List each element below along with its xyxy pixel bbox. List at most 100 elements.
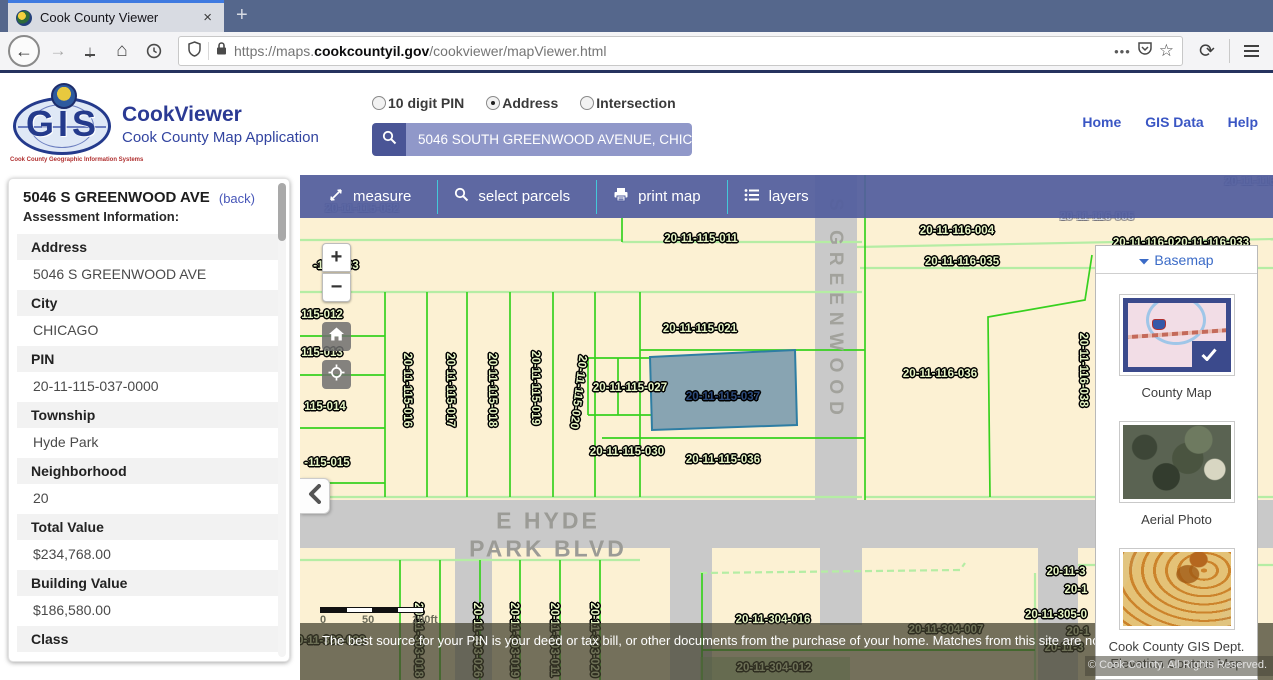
field-label: Neighborhood [17, 458, 281, 484]
hamburger-menu-button[interactable] [1238, 41, 1265, 61]
street-label: S GREENWOOD [824, 198, 846, 422]
zoom-in-button[interactable]: + [322, 243, 351, 272]
parcel-label: 20-11-115-021 [663, 323, 737, 335]
printer-icon [613, 187, 629, 206]
new-tab-button[interactable]: + [236, 4, 248, 27]
field-value: $186,580.00 [9, 596, 289, 620]
field-value: 209 [9, 652, 289, 662]
radio-label: 10 digit PIN [388, 95, 464, 111]
field-value: 20 [9, 484, 289, 508]
basemap-option-label: County Map [1107, 384, 1247, 401]
search-mode-address[interactable]: Address [486, 95, 558, 111]
county-seal-icon [51, 83, 77, 109]
layers-button[interactable]: layers [728, 175, 835, 218]
app-subtitle: Cook County Map Application [122, 129, 319, 146]
map-home-button[interactable] [322, 322, 351, 351]
app-title: CookViewer [122, 103, 242, 127]
basemap-thumbnail[interactable] [1119, 548, 1235, 630]
select-parcels-button[interactable]: select parcels [438, 175, 596, 218]
parcel-label: 20-11-3 [1046, 566, 1085, 578]
back-link[interactable]: (back) [219, 191, 255, 206]
sidebar-header: 5046 S GREENWOOD AVE (back) Assessment I… [9, 179, 289, 224]
app-header: GIS Cook County Geographic Information S… [0, 76, 1273, 170]
search-mode-intersection[interactable]: Intersection [580, 95, 675, 111]
pin-notice-text: The best source for your PIN is your dee… [322, 633, 1176, 648]
street-label: E HYDE [496, 508, 600, 535]
header-nav-links: Home GIS Data Help [1082, 114, 1258, 130]
field-value: Hyde Park [9, 428, 289, 452]
download-bar-icon [85, 54, 95, 56]
parcel-label: 115-012 [301, 309, 343, 321]
basemap-option-cook-county-gis-dept-elevation-contour-map[interactable]: Cook County GIS Dept. Elevation Contour … [1096, 548, 1257, 672]
tab-close-icon[interactable]: × [199, 9, 216, 26]
chevron-left-icon [308, 484, 321, 509]
https-lock-icon[interactable] [215, 41, 228, 61]
search-mode-10-digit-pin[interactable]: 10 digit PIN [372, 95, 464, 111]
basemap-option-county-map[interactable]: County Map [1096, 294, 1257, 401]
browser-window: Cook County Viewer × + ← → ↓ ⌂ https://m… [0, 0, 1273, 680]
page-actions-icon[interactable]: ••• [1114, 44, 1131, 59]
search-input[interactable] [406, 123, 692, 156]
reload-button[interactable]: ⟳ [1193, 37, 1221, 65]
nav-link-help[interactable]: Help [1228, 114, 1258, 130]
locate-button[interactable] [322, 360, 351, 389]
selected-check-icon [1192, 341, 1226, 367]
assessment-fields: Address5046 S GREENWOOD AVECityCHICAGOPI… [9, 234, 289, 662]
parcel-label: -115-015 [304, 457, 349, 469]
radio-icon[interactable] [486, 96, 500, 110]
radio-icon[interactable] [580, 96, 594, 110]
nav-link-gis-data[interactable]: GIS Data [1145, 114, 1203, 130]
search-icon [382, 130, 397, 150]
logo-caption: Cook County Geographic Information Syste… [10, 157, 116, 163]
url-text[interactable]: https://maps.cookcountyil.gov/cookviewer… [234, 43, 1108, 59]
home-button[interactable]: ⌂ [108, 37, 136, 65]
radio-icon[interactable] [372, 96, 386, 110]
zoom-out-button[interactable]: − [322, 273, 351, 302]
browser-toolbar: ← → ↓ ⌂ https://maps.cookcountyil.gov/co… [0, 32, 1273, 73]
selected-parcel-polygon [650, 350, 797, 430]
page-content: 20-11-115-01120-11-116-00420-11-116-035-… [0, 170, 1273, 680]
url-bar[interactable]: https://maps.cookcountyil.gov/cookviewer… [178, 36, 1183, 66]
basemap-option-aerial-photo[interactable]: Aerial Photo [1096, 421, 1257, 528]
basemap-thumbnail[interactable] [1119, 294, 1235, 376]
assessment-sidebar: 5046 S GREENWOOD AVE (back) Assessment I… [8, 178, 290, 662]
copyright-text: © Cook County. All Rights Reserved. [1085, 656, 1273, 676]
bookmark-star-icon[interactable]: ☆ [1159, 41, 1174, 61]
field-label: City [17, 290, 281, 316]
sidebar-collapse-button[interactable] [300, 478, 330, 514]
field-value: 5046 S GREENWOOD AVE [9, 260, 289, 284]
pocket-icon[interactable] [1137, 41, 1153, 61]
elevation-contour-thumb [1123, 552, 1231, 626]
sidebar-subtitle: Assessment Information: [23, 209, 275, 224]
parcel-label: 20-11-115-011 [664, 233, 738, 245]
street-label: PARK BLVD [469, 536, 627, 563]
search-mode-radios: 10 digit PIN Address Intersection [372, 95, 676, 111]
measure-button[interactable]: measure [312, 175, 437, 218]
crosshair-locate-icon [328, 364, 345, 386]
basemap-thumbnail[interactable] [1119, 421, 1235, 503]
field-label: PIN [17, 346, 281, 372]
parcel-label: 20-11-115-027 [593, 382, 667, 394]
parcel-label: 20-11-305-0 [1025, 609, 1087, 621]
toolbar-button-label: measure [353, 188, 411, 205]
browser-tab[interactable]: Cook County Viewer × [8, 0, 224, 32]
back-button[interactable]: ← [8, 35, 40, 67]
tracking-protection-shield-icon[interactable] [187, 41, 202, 62]
divider [208, 42, 209, 60]
field-label: Address [17, 234, 281, 260]
print-map-button[interactable]: print map [597, 175, 727, 218]
downloads-button[interactable]: ↓ [76, 37, 104, 65]
nav-link-home[interactable]: Home [1082, 114, 1121, 130]
sidebar-scrollbar[interactable] [278, 183, 286, 657]
search-button[interactable] [372, 123, 406, 156]
history-button[interactable] [140, 37, 168, 65]
county-map-thumb [1123, 298, 1231, 372]
scrollbar-thumb[interactable] [278, 183, 286, 241]
search-box [372, 123, 692, 156]
divider [1229, 39, 1230, 63]
parcel-label: 20-11-116-036 [903, 368, 977, 380]
forward-button[interactable]: → [44, 37, 72, 65]
parcel-label: 20-11-116-035 [925, 256, 999, 268]
basemap-panel: Basemap County Map Aerial Photo Cook Count… [1095, 245, 1258, 680]
basemap-header[interactable]: Basemap [1096, 246, 1257, 274]
